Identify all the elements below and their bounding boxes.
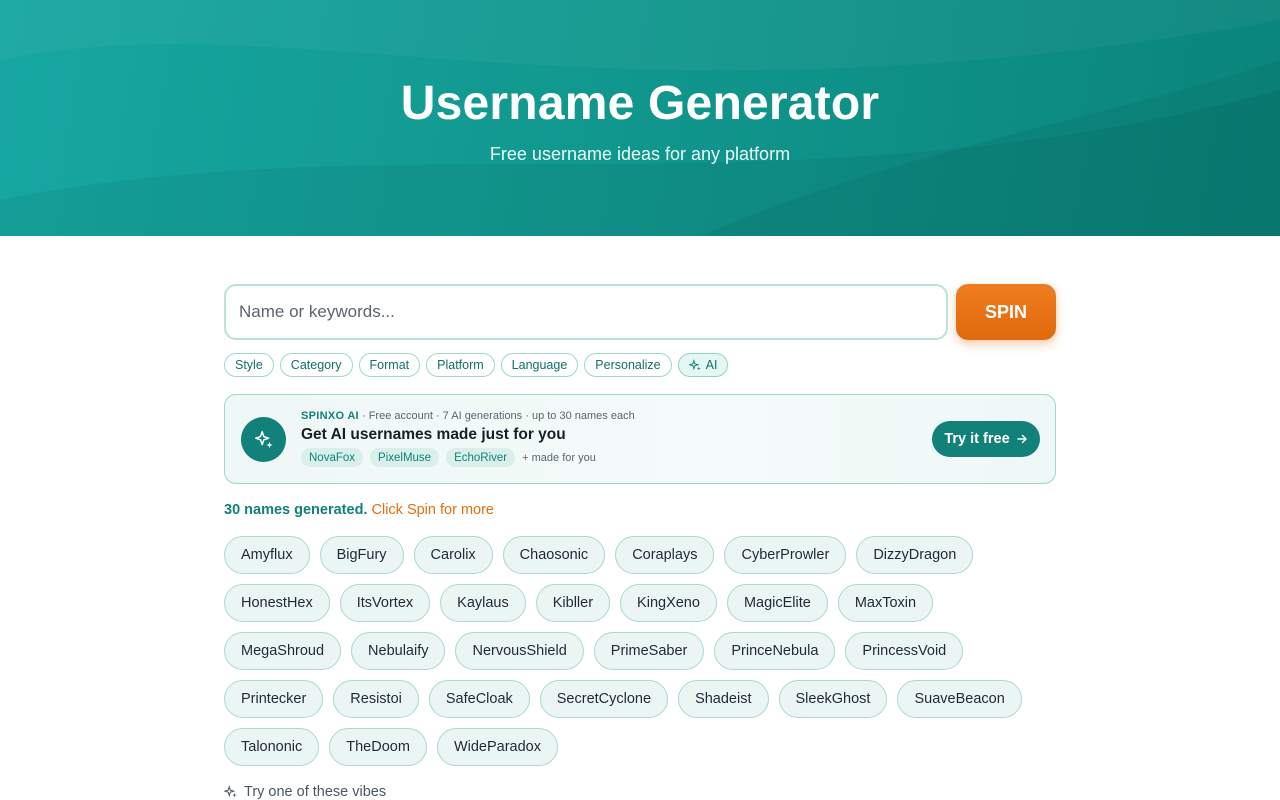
promo-headline: Get AI usernames made just for you bbox=[301, 426, 566, 443]
username-pill[interactable]: KingXeno bbox=[620, 584, 717, 622]
username-pill[interactable]: Amyflux bbox=[224, 536, 310, 574]
username-pill[interactable]: PrinceNebula bbox=[714, 632, 836, 670]
username-pill[interactable]: BigFury bbox=[319, 536, 404, 574]
promo-brand: SPINXO AI bbox=[301, 410, 359, 422]
filter-category[interactable]: Category bbox=[279, 353, 353, 377]
promo-sample-name: EchoRiver bbox=[446, 448, 516, 467]
username-pill[interactable]: Kibller bbox=[535, 584, 611, 622]
spin-button[interactable]: SPIN bbox=[956, 284, 1056, 340]
filter-format[interactable]: Format bbox=[358, 353, 421, 377]
username-results: Amyflux BigFury Carolix Chaosonic Corapl… bbox=[224, 536, 1044, 766]
filter-chips: Style Category Format Platform Language … bbox=[224, 353, 729, 377]
ai-promo-card: SPINXO AI · Free account · 7 AI generati… bbox=[224, 394, 1056, 484]
username-pill[interactable]: ItsVortex bbox=[339, 584, 431, 622]
username-pill[interactable]: SafeCloak bbox=[428, 680, 530, 718]
username-pill[interactable]: SecretCyclone bbox=[539, 680, 669, 718]
filter-ai-label: AI bbox=[705, 358, 718, 372]
spin-more-hint[interactable]: Click Spin for more bbox=[372, 502, 494, 518]
vibes-label: Try one of these vibes bbox=[244, 784, 387, 800]
username-pill[interactable]: Nebulaify bbox=[351, 632, 446, 670]
promo-details: · Free account · 7 AI generations · up t… bbox=[358, 410, 635, 422]
filter-ai[interactable]: AI bbox=[677, 353, 729, 377]
arrow-right-icon bbox=[1016, 434, 1027, 444]
promo-meta: SPINXO AI · Free account · 7 AI generati… bbox=[301, 410, 635, 422]
results-status: 30 names generated. Click Spin for more bbox=[224, 502, 494, 518]
username-pill[interactable]: MagicElite bbox=[726, 584, 828, 622]
username-pill[interactable]: HonestHex bbox=[224, 584, 330, 622]
try-it-free-button[interactable]: Try it free bbox=[932, 421, 1040, 457]
search-input[interactable] bbox=[224, 284, 948, 340]
username-pill[interactable]: PrimeSaber bbox=[593, 632, 705, 670]
username-pill[interactable]: PrincessVoid bbox=[845, 632, 964, 670]
username-pill[interactable]: MegaShroud bbox=[224, 632, 342, 670]
hero-banner: Username Generator Free username ideas f… bbox=[0, 0, 1280, 236]
username-pill[interactable]: Carolix bbox=[413, 536, 493, 574]
username-pill[interactable]: SleekGhost bbox=[778, 680, 888, 718]
username-pill[interactable]: TheDoom bbox=[329, 728, 427, 766]
page-subtitle: Free username ideas for any platform bbox=[489, 144, 791, 164]
username-pill[interactable]: Kaylaus bbox=[440, 584, 526, 622]
promo-sample-name: PixelMuse bbox=[370, 448, 440, 467]
promo-made-for-you: + made for you bbox=[522, 451, 596, 464]
sparkles-icon bbox=[241, 417, 286, 462]
username-pill[interactable]: DizzyDragon bbox=[856, 536, 974, 574]
sparkles-icon bbox=[224, 785, 237, 798]
username-pill[interactable]: WideParadox bbox=[436, 728, 558, 766]
results-count: 30 names generated. bbox=[224, 502, 368, 518]
username-pill[interactable]: Resistoi bbox=[333, 680, 419, 718]
username-pill[interactable]: Talononic bbox=[224, 728, 320, 766]
username-pill[interactable]: Chaosonic bbox=[502, 536, 606, 574]
vibes-heading: Try one of these vibes bbox=[224, 784, 386, 800]
username-pill[interactable]: Coraplays bbox=[615, 536, 715, 574]
username-pill[interactable]: NervousShield bbox=[455, 632, 584, 670]
page-title: Username Generator bbox=[400, 77, 880, 130]
username-pill[interactable]: MaxToxin bbox=[837, 584, 934, 622]
username-pill[interactable]: SuaveBeacon bbox=[897, 680, 1022, 718]
filter-style[interactable]: Style bbox=[224, 353, 274, 377]
filter-platform[interactable]: Platform bbox=[426, 353, 495, 377]
username-pill[interactable]: Shadeist bbox=[678, 680, 769, 718]
username-pill[interactable]: CyberProwler bbox=[724, 536, 847, 574]
username-pill[interactable]: Printecker bbox=[224, 680, 324, 718]
filter-personalize[interactable]: Personalize bbox=[584, 353, 672, 377]
try-it-free-label: Try it free bbox=[944, 431, 1010, 447]
filter-language[interactable]: Language bbox=[500, 353, 579, 377]
promo-samples: NovaFox PixelMuse EchoRiver + made for y… bbox=[301, 448, 596, 467]
promo-sample-name: NovaFox bbox=[301, 448, 364, 467]
sparkles-icon bbox=[688, 358, 701, 371]
